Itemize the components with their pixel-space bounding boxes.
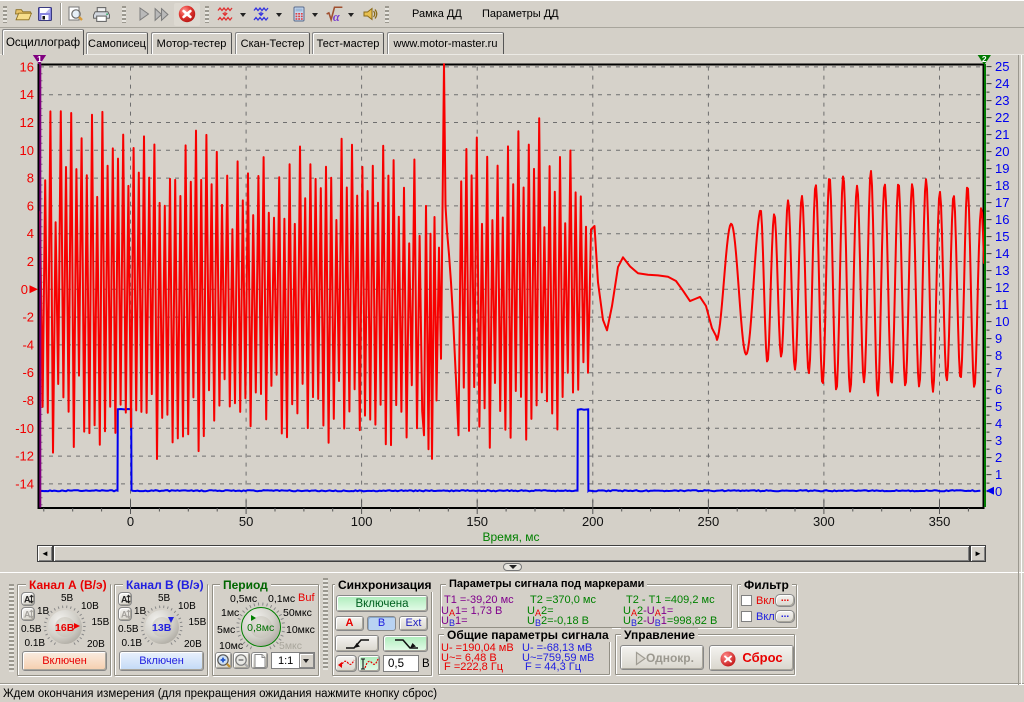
svg-text:4: 4	[995, 416, 1002, 431]
svg-text:100: 100	[351, 514, 373, 529]
svg-text:14: 14	[995, 246, 1009, 261]
svg-text:50: 50	[239, 514, 253, 529]
svg-text:2: 2	[27, 254, 34, 269]
svg-text:-4: -4	[22, 337, 34, 352]
svg-text:15: 15	[995, 229, 1009, 244]
svg-text:13: 13	[995, 263, 1009, 278]
svg-text:23: 23	[995, 93, 1009, 108]
svg-text:0: 0	[21, 282, 28, 297]
svg-text:0: 0	[995, 484, 1002, 499]
svg-text:17: 17	[995, 195, 1009, 210]
svg-text:21: 21	[995, 127, 1009, 142]
svg-text:-14: -14	[15, 476, 34, 491]
svg-text:-12: -12	[15, 449, 34, 464]
svg-text:150: 150	[466, 514, 488, 529]
svg-text:2: 2	[982, 55, 987, 64]
svg-text:8: 8	[27, 171, 34, 186]
svg-text:10: 10	[20, 143, 34, 158]
svg-text:250: 250	[698, 514, 720, 529]
svg-text:16: 16	[995, 212, 1009, 227]
svg-text:25: 25	[995, 59, 1009, 74]
svg-text:10: 10	[995, 314, 1009, 329]
svg-text:12: 12	[20, 115, 34, 130]
svg-text:-6: -6	[22, 365, 34, 380]
svg-text:24: 24	[995, 76, 1009, 91]
svg-text:4: 4	[27, 226, 34, 241]
svg-text:16: 16	[20, 59, 34, 74]
svg-text:22: 22	[995, 110, 1009, 125]
svg-text:0: 0	[127, 514, 134, 529]
svg-text:11: 11	[995, 297, 1009, 312]
svg-text:6: 6	[995, 382, 1002, 397]
svg-text:2: 2	[995, 450, 1002, 465]
svg-text:1: 1	[37, 55, 42, 64]
svg-text:300: 300	[813, 514, 835, 529]
svg-text:6: 6	[27, 198, 34, 213]
svg-text:19: 19	[995, 161, 1009, 176]
svg-text:-10: -10	[15, 421, 34, 436]
svg-text:200: 200	[582, 514, 604, 529]
svg-text:-2: -2	[22, 310, 34, 325]
svg-text:8: 8	[995, 348, 1002, 363]
svg-text:12: 12	[995, 280, 1009, 295]
svg-text:350: 350	[929, 514, 951, 529]
svg-text:14: 14	[20, 87, 34, 102]
svg-text:1: 1	[995, 467, 1002, 482]
svg-text:-8: -8	[22, 393, 34, 408]
svg-text:3: 3	[995, 433, 1002, 448]
svg-text:5: 5	[995, 399, 1002, 414]
svg-text:7: 7	[995, 365, 1002, 380]
svg-text:20: 20	[995, 144, 1009, 159]
svg-text:α: α	[333, 10, 340, 23]
svg-text:9: 9	[995, 331, 1002, 346]
svg-text:Время, мс: Время, мс	[482, 530, 539, 544]
svg-text:18: 18	[995, 178, 1009, 193]
